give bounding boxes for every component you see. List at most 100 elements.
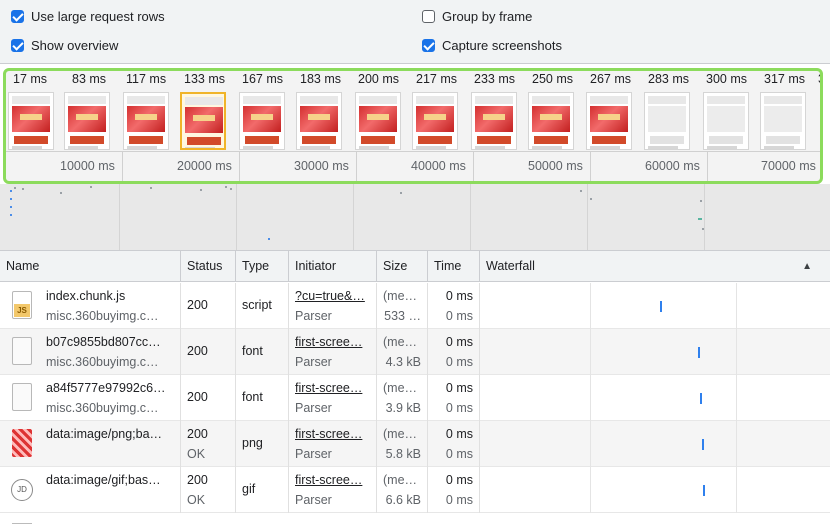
timeline-marker [698, 218, 702, 220]
status-code: 200 [187, 473, 208, 487]
screenshot-thumbnail[interactable] [412, 92, 458, 150]
network-overview: 17 ms 83 ms 117 ms 133 ms 167 ms 183 ms 200 ms… [0, 64, 830, 250]
waterfall-cell[interactable] [480, 375, 830, 421]
capture-screenshots-label[interactable]: Capture screenshots [442, 38, 562, 53]
size-resource: 5.8 kB [385, 447, 421, 461]
time-cell: 0 ms 0 ms [428, 283, 480, 329]
sort-ascending-icon[interactable]: ▲ [802, 261, 812, 272]
frame-time-label: 283 ms [648, 72, 689, 86]
status-cell: 200 OK [181, 421, 236, 467]
timeline-marker [150, 187, 152, 189]
timeline-marker [10, 214, 12, 216]
network-settings-bar: Use large request rows Group by frame Sh… [0, 0, 830, 64]
group-by-frame-label[interactable]: Group by frame [442, 9, 532, 24]
use-large-rows-checkbox[interactable] [11, 9, 24, 23]
screenshot-filmstrip[interactable]: 17 ms 83 ms 117 ms 133 ms 167 ms 183 ms 200 ms… [3, 68, 823, 184]
timeline-gridline [704, 184, 705, 250]
screenshot-thumbnail[interactable] [355, 92, 401, 150]
timeline-gridline [119, 184, 120, 250]
type-cell: png [236, 421, 289, 467]
screenshot-thumbnail[interactable] [296, 92, 342, 150]
initiator-link[interactable]: ?cu=true&… [295, 289, 365, 303]
request-type: gif [242, 482, 256, 496]
screenshot-thumbnail[interactable] [64, 92, 110, 150]
time-latency: 0 ms [445, 309, 473, 323]
timeline-gridline [587, 184, 588, 250]
time-latency: 0 ms [445, 401, 473, 415]
name-cell[interactable]: a84f5777e97992c6… misc.360buyimg.c… [0, 375, 181, 421]
size-transferred: (me… [383, 381, 418, 395]
capture-screenshots-option[interactable]: Capture screenshots [422, 35, 562, 55]
waterfall-bar[interactable] [700, 393, 702, 404]
time-latency: 0 ms [445, 355, 473, 369]
column-header-time[interactable]: Time [428, 251, 480, 282]
initiator-link[interactable]: first-scree… [295, 473, 362, 487]
timeline-gridline [470, 184, 471, 250]
screenshot-thumbnail[interactable] [644, 92, 690, 150]
show-overview-label[interactable]: Show overview [31, 38, 118, 53]
screenshot-thumbnail[interactable] [123, 92, 169, 150]
timeline-marker [10, 190, 12, 192]
initiator-link[interactable]: first-scree… [295, 381, 362, 395]
waterfall-cell[interactable] [480, 329, 830, 375]
request-type: font [242, 390, 263, 404]
table-row[interactable]: a84f5777e97992c6… misc.360buyimg.c… 200 fo… [0, 375, 830, 421]
initiator-link[interactable]: first-scree… [295, 335, 362, 349]
use-large-rows-option[interactable]: Use large request rows [11, 6, 165, 26]
ruler-tick-line [356, 152, 357, 181]
show-overview-checkbox[interactable] [11, 38, 24, 52]
name-cell[interactable]: JS index.chunk.js misc.360buyimg.c… [0, 283, 181, 329]
waterfall-cell[interactable] [480, 283, 830, 329]
gif-image-icon: JD [11, 479, 33, 501]
screenshot-thumbnail[interactable] [239, 92, 285, 150]
waterfall-cell[interactable] [480, 467, 830, 513]
table-row[interactable]: data:image/png;ba… 200 OK png first-scree…… [0, 421, 830, 467]
column-header-name[interactable]: Name [0, 251, 181, 282]
initiator-link[interactable]: first-scree… [295, 427, 362, 441]
initiator-type: Parser [295, 355, 332, 369]
name-cell[interactable]: JD data:image/gif;bas… [0, 467, 181, 513]
type-cell: font [236, 329, 289, 375]
column-header-type[interactable]: Type [236, 251, 289, 282]
group-by-frame-option[interactable]: Group by frame [422, 6, 532, 26]
time-total: 0 ms [445, 427, 473, 441]
waterfall-cell[interactable] [480, 421, 830, 467]
table-row[interactable]: b07c9855bd807cc… misc.360buyimg.c… 200 fon… [0, 329, 830, 375]
size-resource: 533 … [384, 309, 421, 323]
table-row[interactable]: JD data:image/gif;bas… 200 OK gif first-sc… [0, 467, 830, 513]
overview-timeline[interactable] [0, 184, 830, 250]
screenshot-thumbnail[interactable] [760, 92, 806, 150]
column-header-waterfall[interactable]: Waterfall [480, 251, 830, 282]
request-name: b07c9855bd807cc… [46, 335, 161, 349]
frame-time-label: 117 ms [126, 72, 167, 86]
use-large-rows-label[interactable]: Use large request rows [31, 9, 165, 24]
table-row[interactable]: JS index.chunk.js misc.360buyimg.c… 200 sc… [0, 283, 830, 329]
screenshot-thumbnail[interactable] [180, 92, 226, 150]
waterfall-bar[interactable] [703, 485, 705, 496]
show-overview-option[interactable]: Show overview [11, 35, 118, 55]
request-domain: misc.360buyimg.c… [46, 401, 159, 415]
name-cell[interactable]: b07c9855bd807cc… misc.360buyimg.c… [0, 329, 181, 375]
waterfall-bar[interactable] [660, 301, 662, 312]
name-cell[interactable]: data:image/png;ba… [0, 421, 181, 467]
screenshot-thumbnail[interactable] [8, 92, 54, 150]
screenshot-thumbnail[interactable] [528, 92, 574, 150]
timeline-marker [230, 188, 232, 190]
frame-time-label: 217 ms [416, 72, 457, 86]
screenshot-thumbnail[interactable] [586, 92, 632, 150]
screenshot-thumbnail[interactable] [703, 92, 749, 150]
timeline-marker [200, 189, 202, 191]
type-cell: script [236, 283, 289, 329]
table-row-partial[interactable] [0, 523, 830, 528]
column-header-status[interactable]: Status [181, 251, 236, 282]
size-cell: (me… 533 … [377, 283, 428, 329]
waterfall-bar[interactable] [698, 347, 700, 358]
group-by-frame-checkbox[interactable] [422, 9, 435, 23]
capture-screenshots-checkbox[interactable] [422, 38, 435, 52]
waterfall-bar[interactable] [702, 439, 704, 450]
frame-time-label: 233 ms [474, 72, 515, 86]
size-resource: 6.6 kB [385, 493, 421, 507]
column-header-size[interactable]: Size [377, 251, 428, 282]
screenshot-thumbnail[interactable] [471, 92, 517, 150]
column-header-initiator[interactable]: Initiator [289, 251, 377, 282]
